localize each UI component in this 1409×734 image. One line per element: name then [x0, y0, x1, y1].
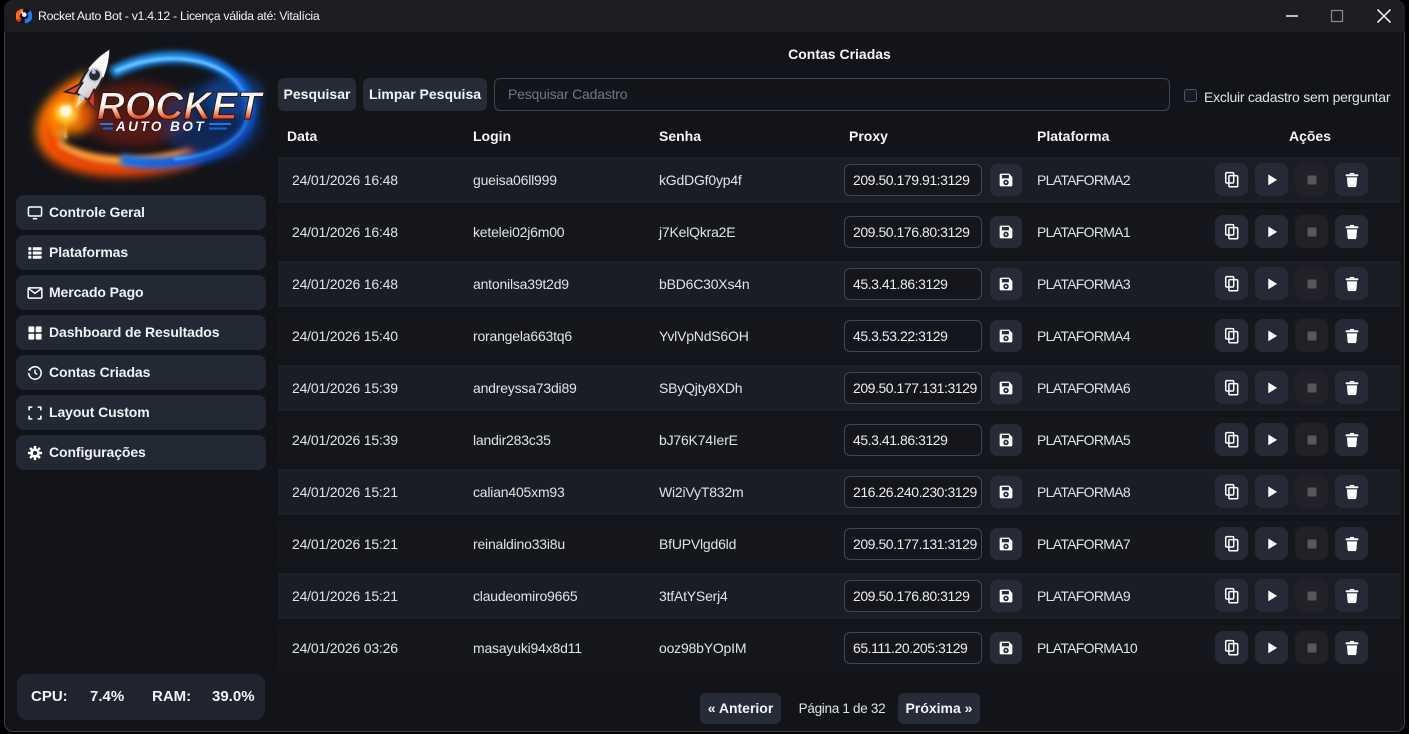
svg-text:AUTO BOT: AUTO BOT — [115, 119, 206, 134]
